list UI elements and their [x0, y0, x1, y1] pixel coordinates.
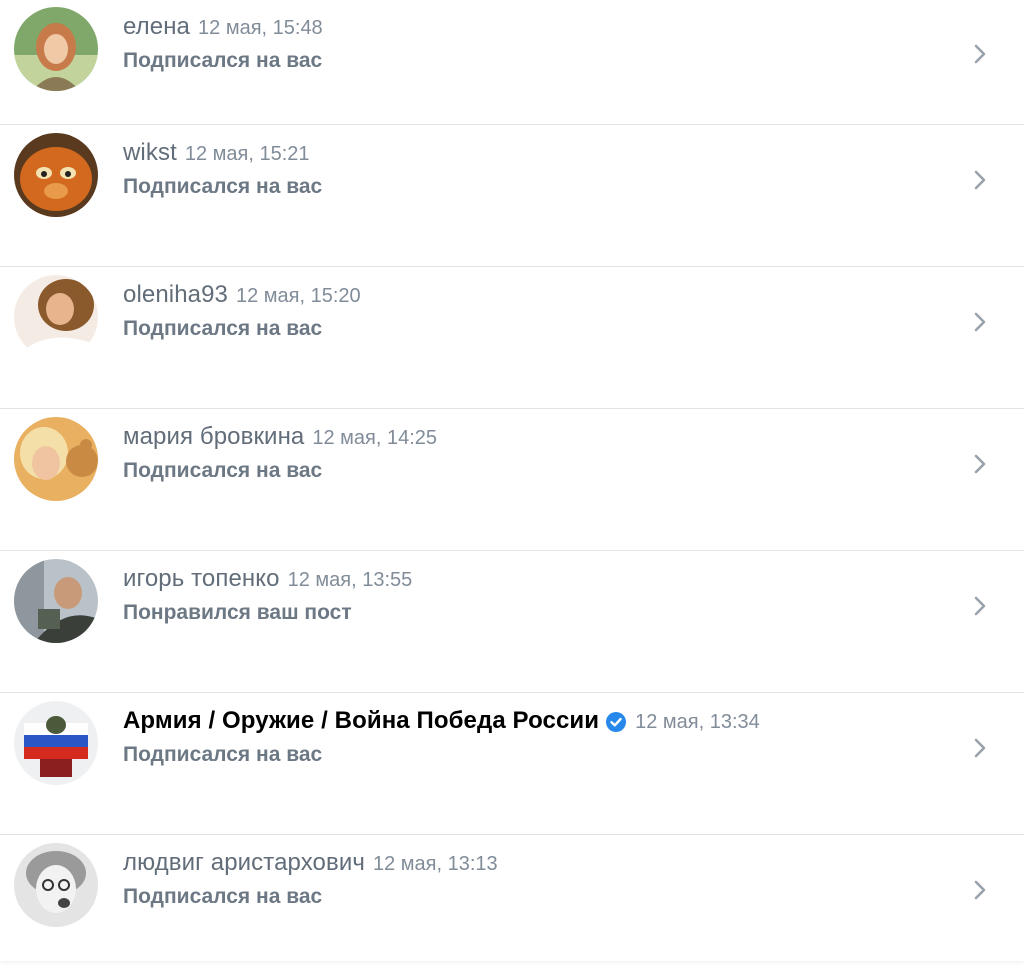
avatar[interactable]	[14, 7, 98, 91]
timestamp: 12 мая, 13:34	[635, 711, 760, 733]
notification-item[interactable]: людвиг аристархович 12 мая, 13:13 Подпис…	[0, 835, 1024, 961]
chevron-right-icon[interactable]	[972, 168, 988, 192]
notification-item[interactable]: игорь топенко 12 мая, 13:55 Понравился в…	[0, 551, 1024, 693]
action-text: Подписался на вас	[123, 885, 323, 908]
notification-item[interactable]: oleniha93 12 мая, 15:20 Подписался на ва…	[0, 267, 1024, 409]
user-name[interactable]: wikst	[123, 139, 177, 167]
timestamp: 12 мая, 15:21	[184, 143, 310, 165]
notification-item[interactable]: мария бровкина 12 мая, 14:25 Подписался …	[0, 409, 1024, 551]
user-name[interactable]: игорь топенко	[123, 565, 280, 593]
verified-check-icon	[605, 711, 627, 733]
notification-item[interactable]: елена 12 мая, 15:48 Подписался на вас	[0, 0, 1024, 125]
action-text: Подписался на вас	[123, 49, 323, 72]
avatar[interactable]	[14, 559, 98, 643]
chevron-right-icon[interactable]	[972, 878, 988, 902]
notification-text: елена 12 мая, 15:48 Подписался на вас	[123, 13, 944, 73]
user-name[interactable]: oleniha93	[123, 281, 228, 309]
action-text: Подписался на вас	[123, 743, 323, 766]
timestamp: 12 мая, 13:13	[372, 853, 498, 875]
chevron-right-icon[interactable]	[972, 736, 988, 760]
avatar[interactable]	[14, 701, 98, 785]
notification-text: wikst 12 мая, 15:21 Подписался на вас	[123, 139, 944, 199]
timestamp: 12 мая, 15:20	[236, 285, 361, 307]
notification-text: oleniha93 12 мая, 15:20 Подписался на ва…	[123, 281, 944, 341]
user-name[interactable]: людвиг аристархович	[123, 849, 365, 877]
avatar[interactable]	[14, 843, 98, 927]
notification-item[interactable]: wikst 12 мая, 15:21 Подписался на вас	[0, 125, 1024, 267]
chevron-right-icon[interactable]	[972, 594, 988, 618]
action-text: Подписался на вас	[123, 317, 323, 340]
notification-list: елена 12 мая, 15:48 Подписался на вас wi	[0, 0, 1024, 961]
avatar[interactable]	[14, 133, 98, 217]
chevron-right-icon[interactable]	[972, 310, 988, 334]
notification-item[interactable]: Армия / Оружие / Война Победа России 12 …	[0, 693, 1024, 835]
notification-text: мария бровкина 12 мая, 14:25 Подписался …	[123, 423, 944, 483]
action-text: Подписался на вас	[123, 459, 323, 482]
timestamp: 12 мая, 15:48	[198, 17, 323, 39]
chevron-right-icon[interactable]	[972, 42, 988, 66]
notification-text: Армия / Оружие / Война Победа России 12 …	[123, 707, 944, 767]
community-name[interactable]: Армия / Оружие / Война Победа России	[123, 707, 599, 735]
timestamp: 12 мая, 14:25	[312, 427, 438, 449]
timestamp: 12 мая, 13:55	[287, 569, 413, 591]
user-name[interactable]: мария бровкина	[123, 423, 304, 451]
action-text: Понравился ваш пост	[123, 601, 352, 624]
user-name[interactable]: елена	[123, 13, 190, 41]
action-text: Подписался на вас	[123, 175, 323, 198]
avatar[interactable]	[14, 417, 98, 501]
avatar[interactable]	[14, 275, 98, 359]
notification-text: людвиг аристархович 12 мая, 13:13 Подпис…	[123, 849, 944, 909]
chevron-right-icon[interactable]	[972, 452, 988, 476]
notification-text: игорь топенко 12 мая, 13:55 Понравился в…	[123, 565, 944, 625]
